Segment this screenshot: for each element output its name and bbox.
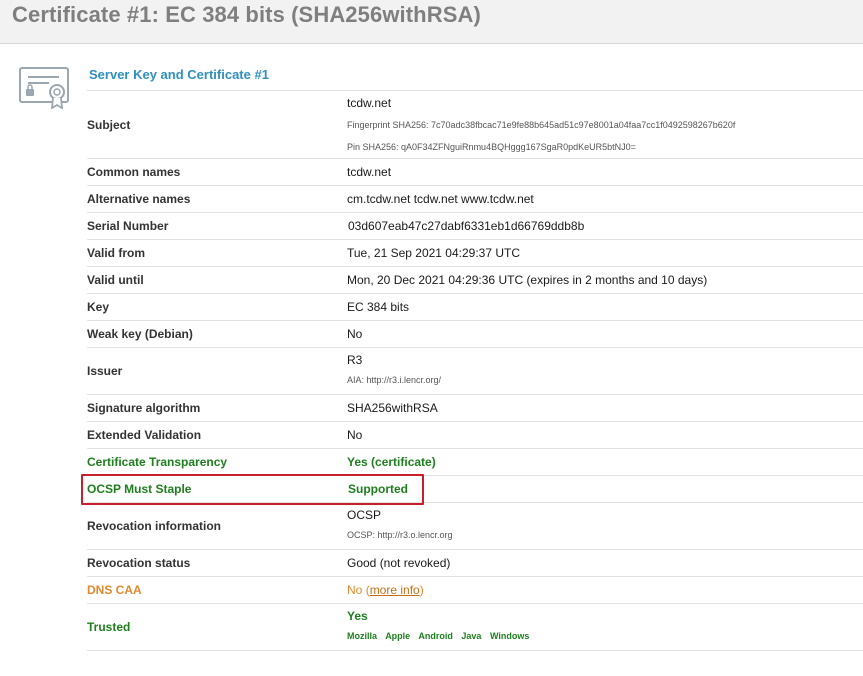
revocation-status-value: Good (not revoked) [347,556,451,570]
ct-label: Certificate Transparency [87,455,228,469]
page-header: Certificate #1: EC 384 bits (SHA256withR… [0,0,863,44]
key-label: Key [87,300,110,314]
ct-value: Yes (certificate) [347,455,436,469]
trust-store-android: Android [418,631,453,641]
trust-store-mozilla: Mozilla [347,631,378,641]
row-issuer: Issuer R3 AIA: http://r3.i.lencr.org/ [87,348,863,395]
row-trusted: Trusted Yes Mozilla Apple Android Java W… [87,604,863,651]
issuer-value-group: R3 AIA: http://r3.i.lencr.org/ [347,351,863,391]
serial-value: 03d607eab47c27dabf6331eb1d66769ddb8b [348,219,585,233]
valid-until-value: Mon, 20 Dec 2021 04:29:36 UTC (expires i… [347,273,708,287]
row-valid-until: Valid until Mon, 20 Dec 2021 04:29:36 UT… [87,267,863,294]
issuer-label: Issuer [87,364,123,378]
trust-store-apple: Apple [385,631,411,641]
row-certificate-transparency: Certificate Transparency Yes (certificat… [87,449,863,476]
certificate-details-table: Subject tcdw.net Fingerprint SHA256: 7c7… [87,90,863,651]
ev-value: No [347,428,363,442]
subject-label: Subject [87,117,131,132]
trusted-value: Yes [347,609,368,623]
valid-from-value: Tue, 21 Sep 2021 04:29:37 UTC [347,246,521,260]
common-names-value: tcdw.net [347,165,392,179]
row-key: Key EC 384 bits [87,294,863,321]
subject-fingerprint: Fingerprint SHA256: 7c70adc38fbcac71e9fe… [347,119,736,130]
row-weak-key: Weak key (Debian) No [87,321,863,348]
subject-pin: Pin SHA256: qA0F34ZFNguiRnmu4BQHggg167Sg… [347,141,636,152]
row-common-names: Common names tcdw.net [87,159,863,186]
trust-store-windows: Windows [489,631,530,641]
ev-label: Extended Validation [87,428,202,442]
revocation-info-value: OCSP [347,508,382,522]
section-title: Server Key and Certificate #1 [89,67,269,82]
dns-caa-paren-close: ) [419,583,424,597]
dns-caa-value-group: No (more info) [347,583,863,597]
row-serial-number: Serial Number 03d607eab47c27dabf6331eb1d… [87,213,863,240]
row-revocation-information: Revocation information OCSP OCSP: http:/… [87,503,863,550]
dns-caa-label: DNS CAA [87,583,142,597]
row-revocation-status: Revocation status Good (not revoked) [87,550,863,577]
weak-key-label: Weak key (Debian) [87,327,193,341]
subject-value-group: tcdw.net Fingerprint SHA256: 7c70adc38fb… [347,92,863,158]
issuer-value: R3 [347,353,363,367]
row-extended-validation: Extended Validation No [87,422,863,449]
dns-caa-more-info-link[interactable]: more info [370,583,420,597]
row-valid-from: Valid from Tue, 21 Sep 2021 04:29:37 UTC [87,240,863,267]
dns-caa-value: No [347,583,363,597]
row-subject: Subject tcdw.net Fingerprint SHA256: 7c7… [87,91,863,159]
page-title: Certificate #1: EC 384 bits (SHA256withR… [12,2,481,27]
valid-until-label: Valid until [87,273,144,287]
certificate-icon [19,67,69,109]
key-value: EC 384 bits [347,300,410,314]
ocsp-highlight-box [81,474,424,505]
sig-alg-label: Signature algorithm [87,401,201,415]
revocation-status-label: Revocation status [87,556,191,570]
issuer-aia: AIA: http://r3.i.lencr.org/ [347,375,442,385]
common-names-label: Common names [87,165,181,179]
revocation-info-label: Revocation information [87,519,222,533]
subject-value: tcdw.net [347,95,392,110]
valid-from-label: Valid from [87,246,146,260]
revocation-ocsp-url: OCSP: http://r3.o.lencr.org [347,530,453,540]
ocsp-staple-value: Supported [348,482,408,496]
alt-names-value: cm.tcdw.net tcdw.net www.tcdw.net [347,192,534,206]
alt-names-label: Alternative names [87,192,191,206]
row-dns-caa: DNS CAA No (more info) [87,577,863,604]
trusted-label: Trusted [87,620,131,634]
revocation-info-group: OCSP OCSP: http://r3.o.lencr.org [347,506,863,546]
row-alternative-names: Alternative names cm.tcdw.net tcdw.net w… [87,186,863,213]
trusted-value-group: Yes Mozilla Apple Android Java Windows [347,607,863,647]
trust-store-java: Java [461,631,482,641]
row-signature-algorithm: Signature algorithm SHA256withRSA [87,395,863,422]
serial-label: Serial Number [87,219,169,233]
trust-store-list: Mozilla Apple Android Java Windows [347,625,863,647]
sig-alg-value: SHA256withRSA [347,401,438,415]
weak-key-value: No [347,327,363,341]
